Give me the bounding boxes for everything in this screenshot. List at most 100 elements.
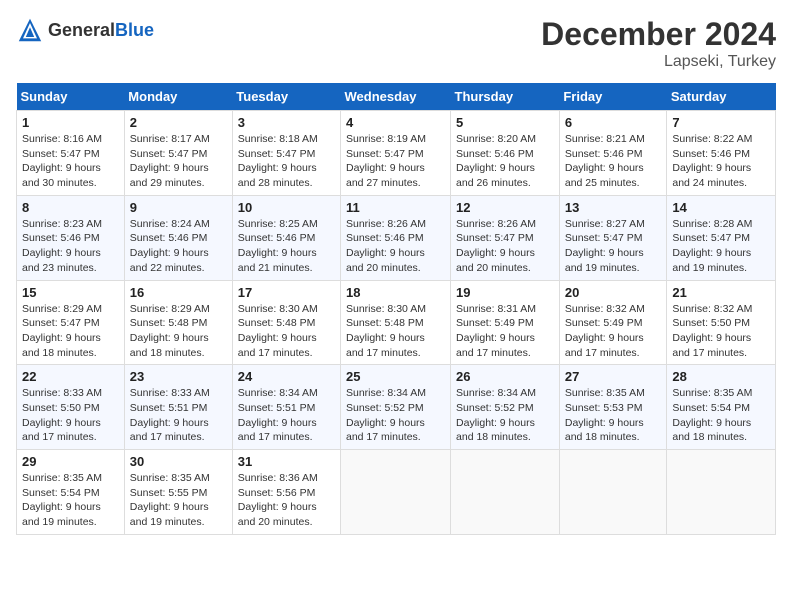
day-number: 14 — [672, 200, 770, 215]
day-info: Sunrise: 8:29 AMSunset: 5:48 PMDaylight:… — [130, 302, 227, 361]
calendar-cell: 26 Sunrise: 8:34 AMSunset: 5:52 PMDayligh… — [451, 365, 560, 450]
calendar-cell — [559, 450, 667, 535]
day-number: 10 — [238, 200, 335, 215]
calendar-cell: 24 Sunrise: 8:34 AMSunset: 5:51 PMDayligh… — [232, 365, 340, 450]
day-number: 9 — [130, 200, 227, 215]
day-number: 5 — [456, 115, 554, 130]
month-title: December 2024 — [541, 16, 776, 53]
logo-icon — [16, 16, 44, 44]
calendar-week-row: 15Sunrise: 8:29 AMSunset: 5:47 PMDayligh… — [17, 280, 776, 365]
calendar-cell: 14 Sunrise: 8:28 AMSunset: 5:47 PMDayligh… — [667, 195, 776, 280]
calendar-cell: 16 Sunrise: 8:29 AMSunset: 5:48 PMDayligh… — [124, 280, 232, 365]
day-info: Sunrise: 8:24 AMSunset: 5:46 PMDaylight:… — [130, 217, 227, 276]
calendar-cell: 1Sunrise: 8:16 AMSunset: 5:47 PMDaylight… — [17, 111, 125, 196]
day-info: Sunrise: 8:36 AMSunset: 5:56 PMDaylight:… — [238, 471, 335, 530]
day-info: Sunrise: 8:18 AMSunset: 5:47 PMDaylight:… — [238, 132, 335, 191]
title-block: December 2024 Lapseki, Turkey — [541, 16, 776, 71]
day-number: 22 — [22, 369, 119, 384]
day-info: Sunrise: 8:32 AMSunset: 5:50 PMDaylight:… — [672, 302, 770, 361]
day-info: Sunrise: 8:21 AMSunset: 5:46 PMDaylight:… — [565, 132, 662, 191]
day-number: 4 — [346, 115, 445, 130]
calendar-cell — [451, 450, 560, 535]
day-info: Sunrise: 8:26 AMSunset: 5:47 PMDaylight:… — [456, 217, 554, 276]
calendar-cell: 7Sunrise: 8:22 AMSunset: 5:46 PMDaylight… — [667, 111, 776, 196]
day-info: Sunrise: 8:33 AMSunset: 5:50 PMDaylight:… — [22, 386, 119, 445]
calendar-cell — [341, 450, 451, 535]
day-number: 31 — [238, 454, 335, 469]
day-info: Sunrise: 8:33 AMSunset: 5:51 PMDaylight:… — [130, 386, 227, 445]
day-number: 8 — [22, 200, 119, 215]
day-number: 16 — [130, 285, 227, 300]
day-number: 18 — [346, 285, 445, 300]
calendar-cell — [667, 450, 776, 535]
day-number: 27 — [565, 369, 662, 384]
day-number: 12 — [456, 200, 554, 215]
calendar-cell: 4 Sunrise: 8:19 AMSunset: 5:47 PMDaylight… — [341, 111, 451, 196]
day-info: Sunrise: 8:35 AMSunset: 5:54 PMDaylight:… — [672, 386, 770, 445]
calendar-week-row: 22 Sunrise: 8:33 AMSunset: 5:50 PMDayligh… — [17, 365, 776, 450]
day-info: Sunrise: 8:34 AMSunset: 5:52 PMDaylight:… — [456, 386, 554, 445]
day-info: Sunrise: 8:32 AMSunset: 5:49 PMDaylight:… — [565, 302, 662, 361]
calendar-week-row: 8Sunrise: 8:23 AMSunset: 5:46 PMDaylight… — [17, 195, 776, 280]
day-number: 20 — [565, 285, 662, 300]
calendar-cell: 8Sunrise: 8:23 AMSunset: 5:46 PMDaylight… — [17, 195, 125, 280]
weekday-header-sunday: Sunday — [17, 83, 125, 111]
page-header: GeneralBlue December 2024 Lapseki, Turke… — [16, 16, 776, 71]
calendar-cell: 15Sunrise: 8:29 AMSunset: 5:47 PMDayligh… — [17, 280, 125, 365]
day-number: 23 — [130, 369, 227, 384]
day-number: 21 — [672, 285, 770, 300]
day-number: 25 — [346, 369, 445, 384]
calendar-cell: 23 Sunrise: 8:33 AMSunset: 5:51 PMDayligh… — [124, 365, 232, 450]
day-info: Sunrise: 8:27 AMSunset: 5:47 PMDaylight:… — [565, 217, 662, 276]
calendar-cell: 18 Sunrise: 8:30 AMSunset: 5:48 PMDayligh… — [341, 280, 451, 365]
day-info: Sunrise: 8:25 AMSunset: 5:46 PMDaylight:… — [238, 217, 335, 276]
calendar-cell: 2Sunrise: 8:17 AMSunset: 5:47 PMDaylight… — [124, 111, 232, 196]
calendar-table: SundayMondayTuesdayWednesdayThursdayFrid… — [16, 83, 776, 535]
location-title: Lapseki, Turkey — [541, 53, 776, 71]
calendar-cell: 20 Sunrise: 8:32 AMSunset: 5:49 PMDayligh… — [559, 280, 667, 365]
calendar-cell: 30 Sunrise: 8:35 AMSunset: 5:55 PMDayligh… — [124, 450, 232, 535]
calendar-week-row: 1Sunrise: 8:16 AMSunset: 5:47 PMDaylight… — [17, 111, 776, 196]
day-info: Sunrise: 8:28 AMSunset: 5:47 PMDaylight:… — [672, 217, 770, 276]
calendar-cell: 6Sunrise: 8:21 AMSunset: 5:46 PMDaylight… — [559, 111, 667, 196]
logo-text-blue: Blue — [115, 20, 154, 40]
day-info: Sunrise: 8:34 AMSunset: 5:51 PMDaylight:… — [238, 386, 335, 445]
day-info: Sunrise: 8:26 AMSunset: 5:46 PMDaylight:… — [346, 217, 445, 276]
calendar-cell: 28Sunrise: 8:35 AMSunset: 5:54 PMDayligh… — [667, 365, 776, 450]
day-info: Sunrise: 8:35 AMSunset: 5:55 PMDaylight:… — [130, 471, 227, 530]
day-info: Sunrise: 8:30 AMSunset: 5:48 PMDaylight:… — [238, 302, 335, 361]
day-number: 29 — [22, 454, 119, 469]
day-number: 13 — [565, 200, 662, 215]
day-info: Sunrise: 8:17 AMSunset: 5:47 PMDaylight:… — [130, 132, 227, 191]
calendar-cell: 31 Sunrise: 8:36 AMSunset: 5:56 PMDayligh… — [232, 450, 340, 535]
weekday-header-thursday: Thursday — [451, 83, 560, 111]
weekday-header-saturday: Saturday — [667, 83, 776, 111]
day-info: Sunrise: 8:20 AMSunset: 5:46 PMDaylight:… — [456, 132, 554, 191]
day-number: 17 — [238, 285, 335, 300]
day-number: 11 — [346, 200, 445, 215]
weekday-header-row: SundayMondayTuesdayWednesdayThursdayFrid… — [17, 83, 776, 111]
day-number: 30 — [130, 454, 227, 469]
day-info: Sunrise: 8:19 AMSunset: 5:47 PMDaylight:… — [346, 132, 445, 191]
day-info: Sunrise: 8:30 AMSunset: 5:48 PMDaylight:… — [346, 302, 445, 361]
day-number: 26 — [456, 369, 554, 384]
day-number: 24 — [238, 369, 335, 384]
calendar-cell: 25 Sunrise: 8:34 AMSunset: 5:52 PMDayligh… — [341, 365, 451, 450]
logo: GeneralBlue — [16, 16, 154, 44]
day-info: Sunrise: 8:35 AMSunset: 5:53 PMDaylight:… — [565, 386, 662, 445]
calendar-cell: 17 Sunrise: 8:30 AMSunset: 5:48 PMDayligh… — [232, 280, 340, 365]
calendar-cell: 3Sunrise: 8:18 AMSunset: 5:47 PMDaylight… — [232, 111, 340, 196]
logo-text-general: General — [48, 20, 115, 40]
calendar-cell: 27 Sunrise: 8:35 AMSunset: 5:53 PMDayligh… — [559, 365, 667, 450]
calendar-cell: 19Sunrise: 8:31 AMSunset: 5:49 PMDayligh… — [451, 280, 560, 365]
calendar-cell: 12 Sunrise: 8:26 AMSunset: 5:47 PMDayligh… — [451, 195, 560, 280]
calendar-week-row: 29Sunrise: 8:35 AMSunset: 5:54 PMDayligh… — [17, 450, 776, 535]
calendar-cell: 22 Sunrise: 8:33 AMSunset: 5:50 PMDayligh… — [17, 365, 125, 450]
day-number: 19 — [456, 285, 554, 300]
day-info: Sunrise: 8:22 AMSunset: 5:46 PMDaylight:… — [672, 132, 770, 191]
day-info: Sunrise: 8:34 AMSunset: 5:52 PMDaylight:… — [346, 386, 445, 445]
weekday-header-wednesday: Wednesday — [341, 83, 451, 111]
weekday-header-tuesday: Tuesday — [232, 83, 340, 111]
day-number: 15 — [22, 285, 119, 300]
weekday-header-friday: Friday — [559, 83, 667, 111]
